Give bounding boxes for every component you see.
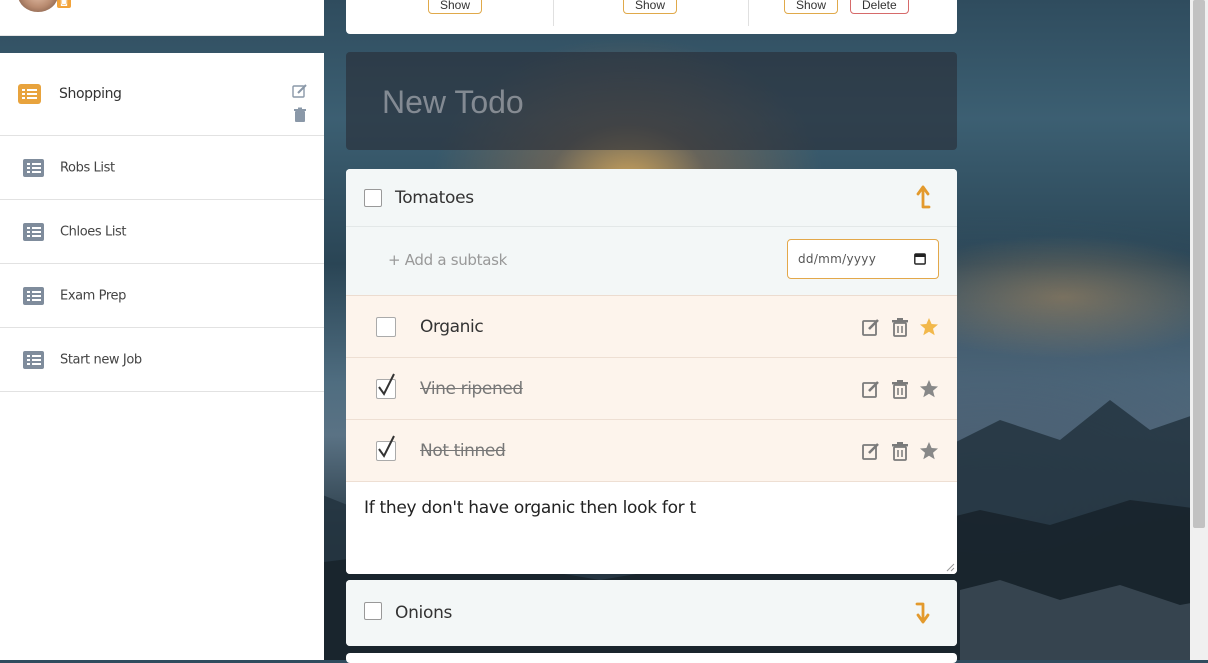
subtask-label[interactable]: Vine ripened bbox=[420, 379, 523, 399]
sidebar-item-start-new-job[interactable]: Start new Job bbox=[0, 328, 324, 392]
scrollbar-thumb[interactable] bbox=[1193, 0, 1205, 528]
subtask-row: Organic bbox=[346, 296, 957, 358]
sidebar-item-exam-prep[interactable]: Exam Prep bbox=[0, 264, 324, 328]
edit-icon[interactable] bbox=[861, 317, 881, 337]
sidebar-item-label: Chloes List bbox=[60, 224, 127, 239]
note-textarea[interactable] bbox=[362, 496, 941, 568]
todo-card bbox=[346, 653, 957, 663]
subtask-actions bbox=[861, 441, 941, 461]
subtask-checkbox[interactable] bbox=[376, 317, 396, 337]
date-placeholder: dd/mm/yyyy bbox=[798, 252, 877, 266]
add-subtask-input[interactable] bbox=[386, 245, 750, 275]
subtask-label[interactable]: Organic bbox=[420, 317, 484, 337]
sidebar-item-robs-list[interactable]: Robs List bbox=[0, 136, 324, 200]
camera-icon[interactable]: ◙ bbox=[57, 0, 71, 8]
sidebar-item-chloes-list[interactable]: Chloes List bbox=[0, 200, 324, 264]
page-scrollbar[interactable] bbox=[1190, 0, 1208, 660]
lists-sidebar: Shopping Robs List Chloes List Exam Prep… bbox=[0, 53, 324, 660]
edit-icon[interactable] bbox=[861, 441, 881, 461]
divider bbox=[748, 0, 749, 26]
sidebar-item-shopping[interactable]: Shopping bbox=[0, 53, 324, 136]
subtask-actions bbox=[861, 317, 941, 337]
trash-icon[interactable] bbox=[890, 317, 910, 337]
new-todo-input[interactable] bbox=[380, 76, 924, 128]
star-icon[interactable] bbox=[919, 379, 939, 399]
delete-button[interactable]: Delete bbox=[850, 0, 909, 14]
star-icon[interactable] bbox=[919, 317, 939, 337]
top-card: Show Show Show Delete bbox=[346, 0, 957, 34]
trash-icon[interactable] bbox=[890, 379, 910, 399]
list-icon bbox=[23, 350, 44, 369]
arrow-down-icon[interactable] bbox=[915, 600, 931, 626]
due-date-field[interactable]: dd/mm/yyyy bbox=[787, 239, 939, 279]
todo-note bbox=[346, 482, 957, 574]
sidebar-item-label: Shopping bbox=[59, 86, 122, 102]
calendar-icon[interactable] bbox=[914, 252, 926, 265]
subtask-row: Not tinned bbox=[346, 420, 957, 482]
trash-icon[interactable] bbox=[890, 441, 910, 461]
add-subtask-row: dd/mm/yyyy bbox=[346, 227, 957, 296]
todo-header: Onions bbox=[346, 580, 957, 646]
show-button[interactable]: Show bbox=[784, 0, 839, 14]
todo-card: Onions bbox=[346, 580, 957, 646]
subtask-checkbox[interactable] bbox=[376, 379, 396, 399]
resize-handle-icon[interactable] bbox=[945, 562, 955, 572]
list-icon bbox=[23, 222, 44, 241]
new-todo-panel bbox=[346, 52, 957, 150]
list-icon bbox=[18, 84, 41, 104]
subtask-actions bbox=[861, 379, 941, 399]
trash-icon[interactable] bbox=[292, 107, 308, 123]
divider bbox=[553, 0, 554, 26]
sidebar-item-label: Exam Prep bbox=[60, 288, 126, 303]
show-button[interactable]: Show bbox=[428, 0, 483, 14]
sidebar-item-label: Start new Job bbox=[60, 352, 142, 367]
list-icon bbox=[23, 286, 44, 305]
todo-title[interactable]: Tomatoes bbox=[395, 188, 474, 208]
list-actions bbox=[292, 83, 310, 131]
subtask-checkbox[interactable] bbox=[376, 441, 396, 461]
todo-checkbox[interactable] bbox=[364, 189, 382, 207]
subtask-label[interactable]: Not tinned bbox=[420, 441, 506, 461]
show-button[interactable]: Show bbox=[623, 0, 678, 14]
todo-card: Tomatoes dd/mm/yyyy Organic bbox=[346, 169, 957, 574]
subtask-row: Vine ripened bbox=[346, 358, 957, 420]
avatar[interactable] bbox=[18, 0, 58, 12]
todo-header: Tomatoes bbox=[346, 169, 957, 227]
profile-card: ◙ bbox=[0, 0, 324, 36]
edit-icon[interactable] bbox=[861, 379, 881, 399]
sidebar-item-label: Robs List bbox=[60, 160, 115, 175]
arrow-up-icon[interactable] bbox=[915, 185, 931, 211]
todo-title[interactable]: Onions bbox=[395, 603, 452, 623]
star-icon[interactable] bbox=[919, 441, 939, 461]
todo-checkbox[interactable] bbox=[364, 602, 382, 620]
edit-icon[interactable] bbox=[292, 83, 308, 99]
list-icon bbox=[23, 158, 44, 177]
